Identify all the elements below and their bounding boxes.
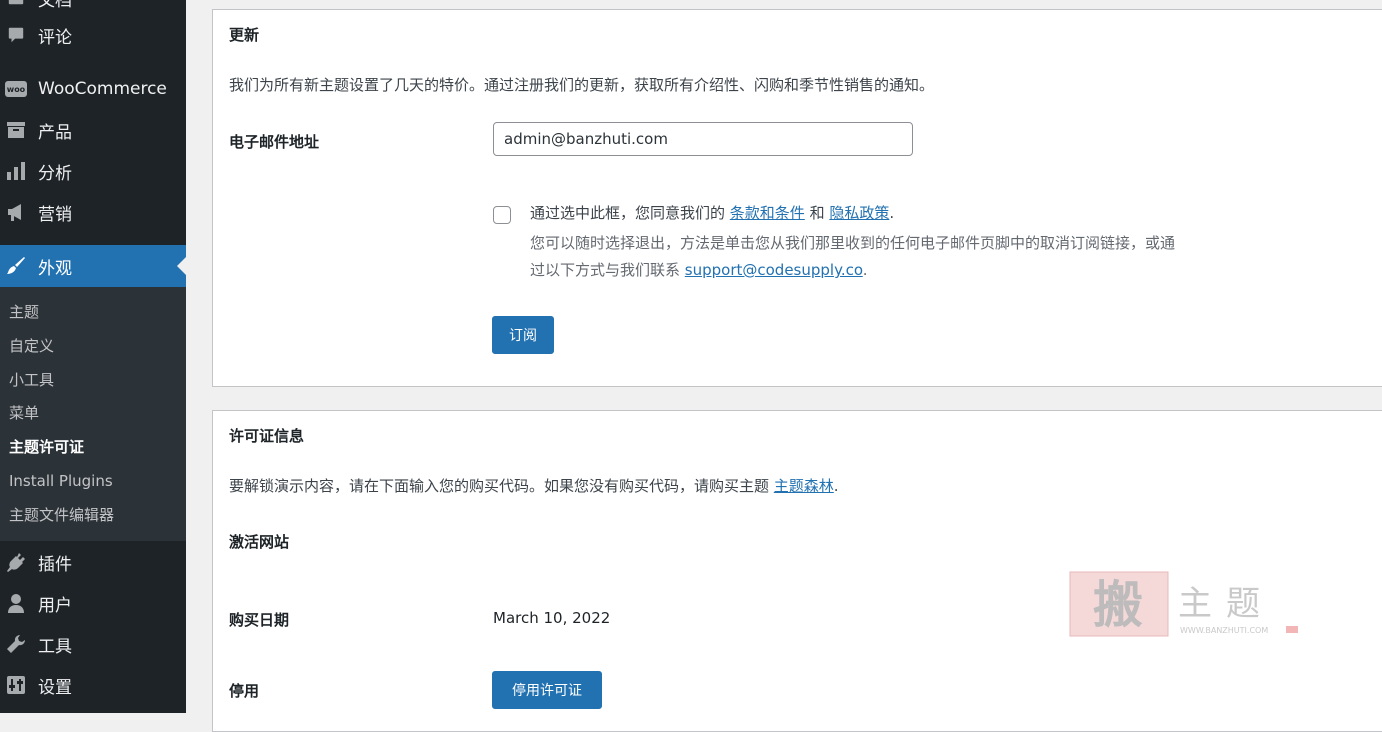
comment-icon [4,23,28,47]
sidebar-item-label: 设置 [38,677,72,698]
sidebar-item-label: WooCommerce [38,79,167,99]
updates-description: 我们为所有新主题设置了几天的特价。通过注册我们的更新，获取所有介绍性、闪购和季节… [229,76,935,94]
sidebar-item-label: 文档 [38,0,72,11]
woocommerce-icon: woo [4,77,28,101]
woo-badge: woo [5,81,27,97]
banzhuti-watermark: 搬 主题 WWW.BANZHUTI.COM [1068,570,1308,640]
optout-line-1: 您可以随时选择退出，方法是单击您从我们那里收到的任何电子邮件页脚中的取消订阅链接… [530,234,1176,252]
media-icon [4,0,28,10]
privacy-link[interactable]: 隐私政策 [829,204,889,222]
deactivate-license-button[interactable]: 停用许可证 [492,671,602,709]
svg-text:WWW.BANZHUTI.COM: WWW.BANZHUTI.COM [1180,626,1268,635]
purchase-date-label: 购买日期 [229,611,290,629]
svg-text:搬: 搬 [1093,575,1143,634]
consent-prefix: 通过选中此框，您同意我们的 [530,204,730,222]
submenu-item-menus[interactable]: 菜单 [9,402,39,424]
license-description-suffix: . [833,477,839,495]
email-label: 电子邮件地址 [229,133,320,151]
archive-icon [4,118,28,142]
updates-title: 更新 [229,26,260,44]
sidebar-item-label: 外观 [38,258,72,279]
sidebar-item-users[interactable]: 用户 [0,583,186,623]
activated-site-label: 激活网站 [229,533,290,551]
terms-link[interactable]: 条款和条件 [730,204,805,222]
sidebar-item-label: 用户 [38,595,72,616]
optout-suffix: . [862,261,868,279]
submenu-item-install-plugins[interactable]: Install Plugins [9,470,113,492]
appearance-submenu: 主题 自定义 小工具 菜单 主题许可证 Install Plugins 主题文件… [0,287,186,541]
submenu-item-themes[interactable]: 主题 [9,301,39,323]
consent-text: 通过选中此框，您同意我们的 条款和条件 和 隐私政策. [530,202,894,223]
sidebar-item-label: 分析 [38,163,72,184]
sidebar-item-label: 工具 [38,636,72,657]
support-email-link[interactable]: support@codesupply.co [685,261,863,279]
bar-chart-icon [4,159,28,183]
consent-checkbox[interactable] [493,206,511,224]
optout-line-2: 过以下方式与我们联系 support@codesupply.co. [530,259,868,280]
subscribe-button[interactable]: 订阅 [492,316,554,354]
themeforest-link[interactable]: 主题森林 [774,477,834,495]
admin-sidebar: 文档 评论 woo WooCommerce 产品 分析 营销 外观 主题 自定义… [0,0,186,713]
sidebar-item-plugins[interactable]: 插件 [0,542,186,582]
sidebar-item-label: 营销 [38,204,72,225]
sidebar-item-tools[interactable]: 工具 [0,624,186,664]
megaphone-icon [4,200,28,224]
deactivate-label: 停用 [229,682,260,700]
user-icon [4,591,28,615]
sidebar-item-label: 评论 [38,27,72,48]
submenu-item-customize[interactable]: 自定义 [9,335,54,357]
email-field[interactable] [493,122,913,156]
license-description: 要解锁演示内容，请在下面输入您的购买代码。如果您没有购买代码，请购买主题 主题森… [229,475,839,496]
settings-icon [4,673,28,697]
consent-and: 和 [804,204,830,222]
sidebar-item-appearance[interactable]: 外观 [0,245,186,287]
consent-suffix: . [889,204,895,222]
updates-card: 更新 我们为所有新主题设置了几天的特价。通过注册我们的更新，获取所有介绍性、闪购… [212,9,1382,387]
optout-prefix: 过以下方式与我们联系 [530,261,685,279]
sidebar-item-products[interactable]: 产品 [0,110,186,150]
submenu-item-widgets[interactable]: 小工具 [9,369,54,391]
sidebar-item-comments[interactable]: 评论 [0,15,186,55]
sidebar-item-label: 产品 [38,122,72,143]
sidebar-item-marketing[interactable]: 营销 [0,192,186,232]
submenu-item-theme-license[interactable]: 主题许可证 [9,436,84,458]
plugin-icon [4,550,28,574]
sidebar-item-settings[interactable]: 设置 [0,665,186,705]
banzhuti-logo: 搬 主题 WWW.BANZHUTI.COM [1069,571,1298,637]
wrench-icon [4,632,28,656]
sidebar-item-label: 插件 [38,554,72,575]
sidebar-item-woocommerce[interactable]: woo WooCommerce [0,69,186,109]
svg-text:主题: 主题 [1178,584,1274,624]
sidebar-item-analytics[interactable]: 分析 [0,151,186,191]
license-title: 许可证信息 [229,427,305,445]
purchase-date-value: March 10, 2022 [493,609,611,627]
paintbrush-icon [4,254,28,278]
submenu-item-theme-file-editor[interactable]: 主题文件编辑器 [9,504,114,526]
license-description-text: 要解锁演示内容，请在下面输入您的购买代码。如果您没有购买代码，请购买主题 [229,477,774,495]
